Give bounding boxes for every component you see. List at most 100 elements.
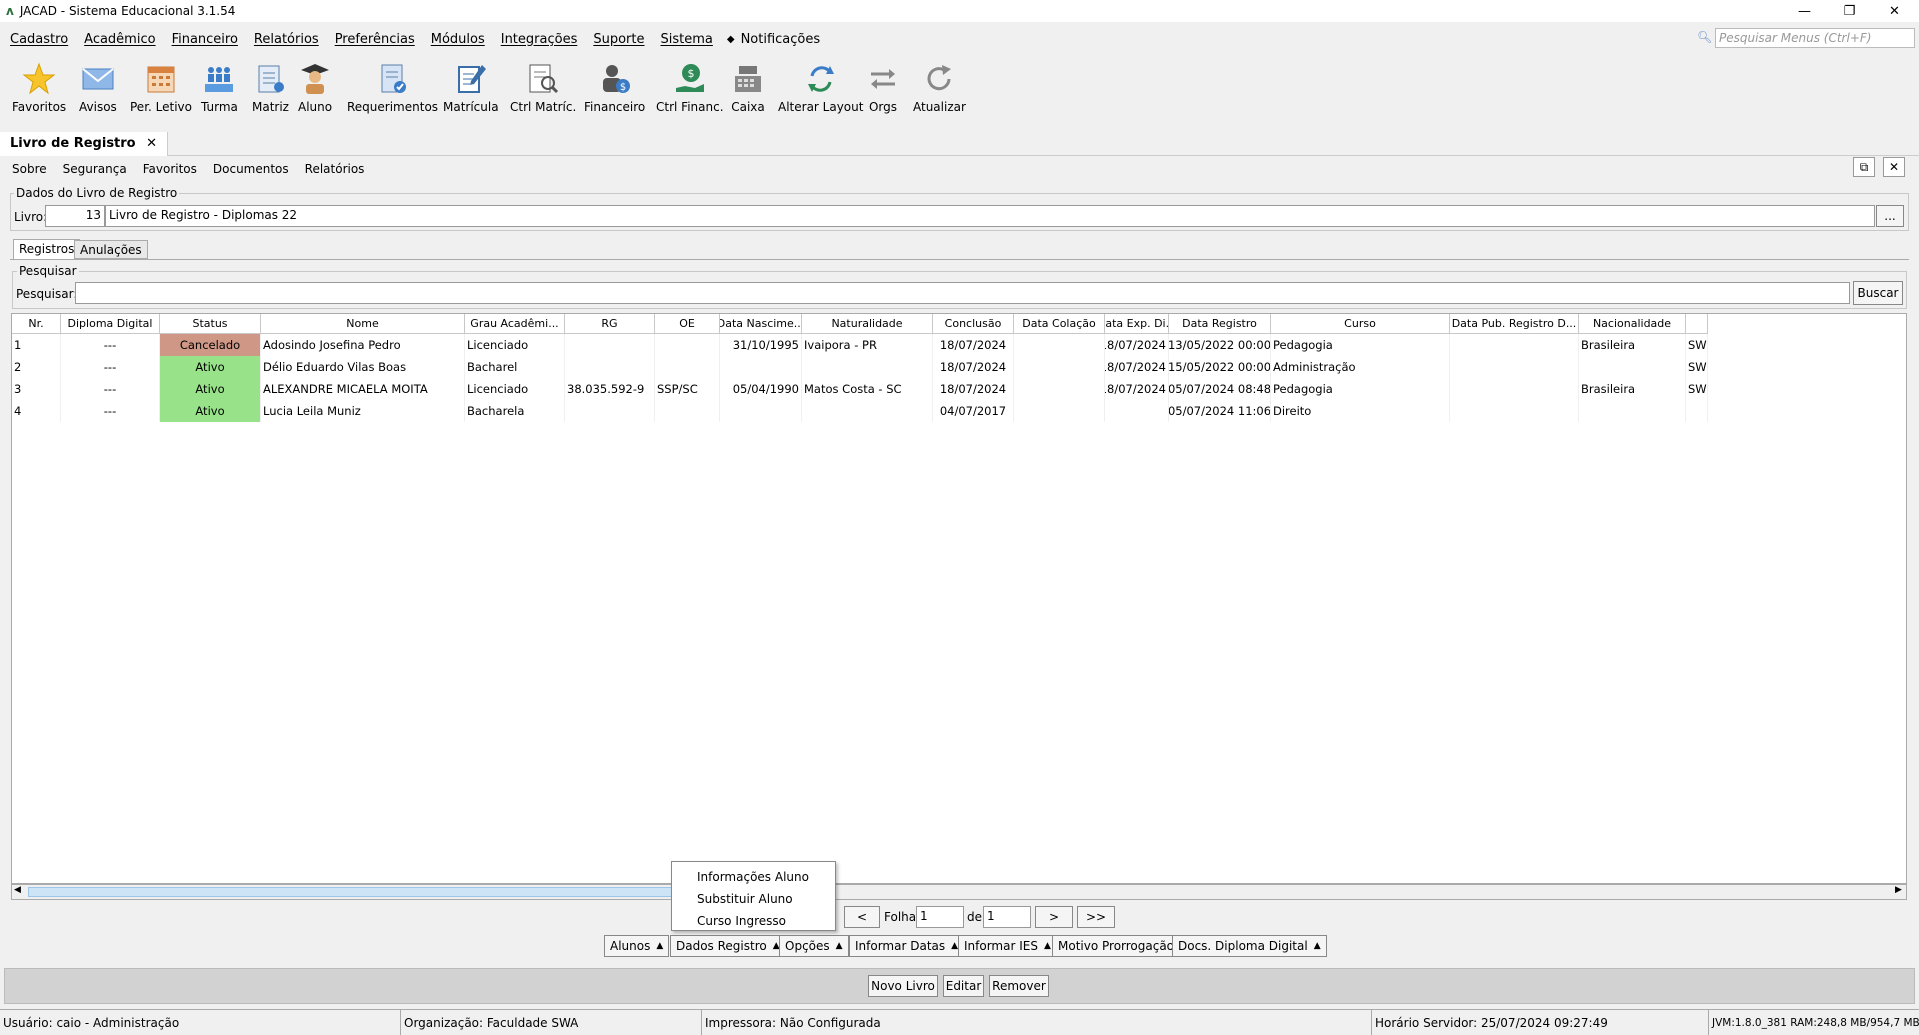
toolbar-favoritos-button[interactable]: Favoritos	[12, 62, 66, 114]
novo-livro-button[interactable]: Novo Livro	[868, 975, 938, 997]
column-header-naturalidade[interactable]: Naturalidade	[802, 314, 933, 334]
toolbar-atualizar-button[interactable]: Atualizar	[913, 62, 966, 114]
column-header-oe[interactable]: OE	[655, 314, 720, 334]
column-header-curso[interactable]: Curso	[1271, 314, 1450, 334]
toolbar-matricula-button[interactable]: Matrícula	[443, 62, 499, 114]
toolbar-caixa-button[interactable]: Caixa	[731, 62, 765, 114]
column-header-data-exp[interactable]: Data Exp. Di...	[1105, 314, 1169, 334]
cell-oe	[655, 400, 720, 422]
informar-datas-dropdown[interactable]: Informar Datas ▲	[849, 935, 965, 957]
calendar-icon	[147, 66, 175, 93]
submenu-relatorios[interactable]: Relatórios	[305, 162, 365, 176]
alunos-dropdown[interactable]: Alunos ▲	[604, 935, 670, 957]
menu-notificacoes[interactable]: Notificações	[741, 32, 821, 47]
dropdown-label: Docs. Diploma Digital	[1178, 939, 1308, 953]
column-header-diploma-digital[interactable]: Diploma Digital	[61, 314, 160, 334]
toolbar-matriz-button[interactable]: Matriz	[252, 62, 289, 114]
last-page-button[interactable]: >>	[1077, 906, 1115, 928]
toolbar-ctrl-matric-button[interactable]: Ctrl Matríc.	[510, 62, 576, 114]
menu-relatorios[interactable]: Relatórios	[254, 32, 319, 47]
menu-item-curso-ingresso[interactable]: Curso Ingresso	[672, 910, 835, 932]
table-row[interactable]: 2 --- Ativo Délio Eduardo Vilas Boas Bachare…	[12, 356, 1708, 378]
cell-data-pub	[1450, 334, 1579, 356]
toolbar-per-letivo-button[interactable]: Per. Letivo	[130, 62, 192, 114]
toolbar-financeiro-button[interactable]: $ Financeiro	[584, 62, 645, 114]
column-header-nome[interactable]: Nome	[261, 314, 465, 334]
toolbar-ctrl-financ-button[interactable]: $ Ctrl Financ.	[656, 62, 724, 114]
tab-registros[interactable]: Registros	[13, 239, 81, 259]
cell-data-nascimento	[720, 356, 802, 378]
scroll-left-icon[interactable]: ◀	[14, 885, 21, 895]
opcoes-dropdown[interactable]: Opções ▲	[779, 935, 849, 957]
menu-suporte[interactable]: Suporte	[593, 32, 644, 47]
scroll-right-icon[interactable]: ▶	[1895, 885, 1902, 895]
menu-preferencias[interactable]: Preferências	[335, 32, 415, 47]
column-header-data-colacao[interactable]: Data Colação	[1014, 314, 1105, 334]
menu-financeiro[interactable]: Financeiro	[172, 32, 238, 47]
menu-academico[interactable]: Acadêmico	[84, 32, 155, 47]
scroll-thumb[interactable]	[28, 887, 682, 897]
column-header-extra[interactable]	[1686, 314, 1708, 334]
cell-oe	[655, 356, 720, 378]
submenu-sobre[interactable]: Sobre	[12, 162, 47, 176]
table-row[interactable]: 3 --- Ativo ALEXANDRE MICAELA MOITA Licencia…	[12, 378, 1708, 400]
toolbar-avisos-button[interactable]: Avisos	[79, 62, 117, 114]
menu-item-substituir-aluno[interactable]: Substituir Aluno	[672, 888, 835, 910]
caret-up-icon: ▲	[1313, 941, 1321, 951]
column-header-nr[interactable]: Nr.	[12, 314, 61, 334]
dados-registro-dropdown[interactable]: Dados Registro ▲	[670, 935, 786, 957]
cell-conclusao: 04/07/2017	[933, 400, 1014, 422]
menu-integracoes[interactable]: Integrações	[501, 32, 578, 47]
column-header-data-registro[interactable]: Data Registro	[1169, 314, 1271, 334]
toolbar-orgs-button[interactable]: Orgs	[866, 62, 900, 114]
cell-naturalidade	[802, 356, 933, 378]
tab-anulacoes[interactable]: Anulações	[74, 240, 148, 259]
column-header-status[interactable]: Status	[160, 314, 261, 334]
menu-search-input[interactable]: Pesquisar Menus (Ctrl+F)	[1715, 28, 1915, 48]
search-input[interactable]	[75, 282, 1850, 304]
tab-livro-de-registro[interactable]: Livro de Registro ✕	[0, 132, 169, 156]
close-tab-icon[interactable]: ✕	[146, 136, 157, 151]
submenu-seguranca[interactable]: Segurança	[63, 162, 127, 176]
toolbar-requerimentos-button[interactable]: Requerimentos	[347, 62, 438, 114]
cell-rg	[565, 356, 655, 378]
docs-diploma-digital-dropdown[interactable]: Docs. Diploma Digital ▲	[1172, 935, 1327, 957]
table-row[interactable]: 4 --- Ativo Lucia Leila Muniz Bacharela 04/07…	[12, 400, 1708, 422]
close-button[interactable]: ✕	[1872, 0, 1917, 22]
restore-button[interactable]: ❐	[1827, 0, 1872, 22]
column-header-conclusao[interactable]: Conclusão	[933, 314, 1014, 334]
minimize-button[interactable]: —	[1782, 0, 1827, 22]
toolbar-aluno-button[interactable]: Aluno	[298, 62, 332, 114]
editar-button[interactable]: Editar	[943, 975, 984, 997]
horizontal-scrollbar[interactable]: ◀ ▶	[11, 884, 1907, 900]
prev-page-button[interactable]: <	[844, 906, 880, 928]
column-header-data-pub[interactable]: Data Pub. Registro D...	[1450, 314, 1579, 334]
dropdown-label: Informar Datas	[855, 939, 946, 953]
toolbar-alterar-layout-button[interactable]: Alterar Layout	[778, 62, 863, 114]
column-header-data-nascimento[interactable]: Data Nascime...	[720, 314, 802, 334]
livro-number-field[interactable]: 13	[45, 205, 105, 227]
next-page-button[interactable]: >	[1035, 906, 1073, 928]
motivo-prorrogacao-button[interactable]: Motivo Prorrogação	[1052, 935, 1181, 957]
page-number-field[interactable]: 1	[916, 906, 964, 928]
close-panel-icon[interactable]: ✕	[1883, 157, 1905, 177]
submenu-favoritos[interactable]: Favoritos	[143, 162, 197, 176]
submenu-documentos[interactable]: Documentos	[213, 162, 289, 176]
livro-name-field[interactable]: Livro de Registro - Diplomas 22	[105, 205, 1875, 227]
column-header-grau[interactable]: Grau Acadêmi...	[465, 314, 565, 334]
cell-oe	[655, 334, 720, 356]
detach-window-icon[interactable]: ⧉	[1853, 157, 1875, 177]
menu-modulos[interactable]: Módulos	[431, 32, 485, 47]
table-row[interactable]: 1 --- Cancelado Adosindo Josefina Pedro Lice…	[12, 334, 1708, 356]
browse-livro-button[interactable]: ...	[1876, 205, 1904, 227]
column-header-nacionalidade[interactable]: Nacionalidade	[1579, 314, 1686, 334]
menu-sistema[interactable]: Sistema	[660, 32, 712, 47]
menu-cadastro[interactable]: Cadastro	[10, 32, 68, 47]
buscar-button[interactable]: Buscar	[1853, 281, 1903, 305]
column-header-rg[interactable]: RG	[565, 314, 655, 334]
menu-item-informacoes-aluno[interactable]: Informações Aluno	[672, 866, 835, 888]
informar-ies-dropdown[interactable]: Informar IES ▲	[958, 935, 1057, 957]
cell-curso: Administração	[1271, 356, 1450, 378]
toolbar-turma-button[interactable]: Turma	[201, 62, 238, 114]
remover-button[interactable]: Remover	[989, 975, 1049, 997]
